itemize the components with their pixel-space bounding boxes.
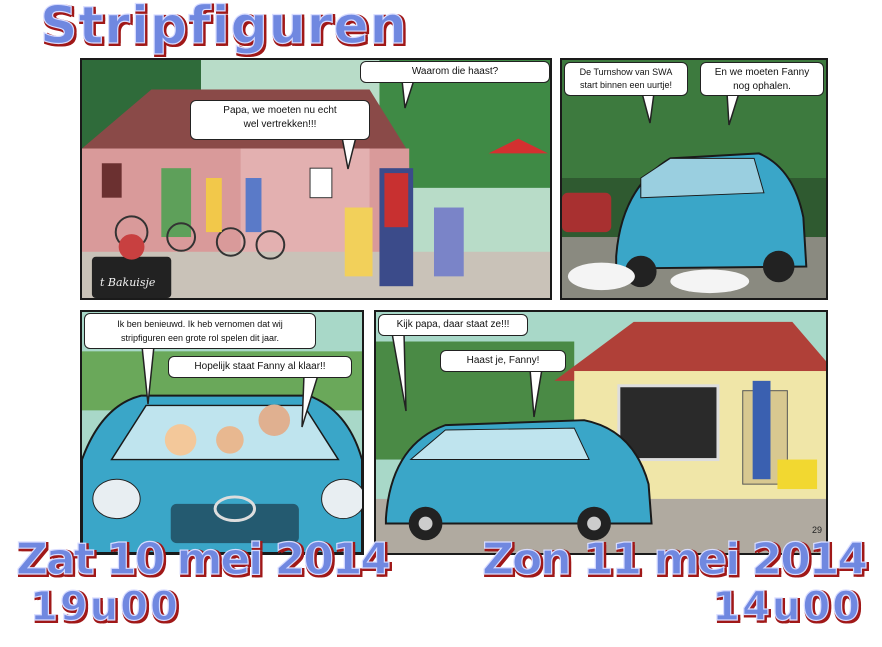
speech-bubble-why-hurry: Waarom die haast?: [360, 61, 550, 83]
bubble-line: De Turnshow van SWA: [579, 67, 673, 77]
speech-bubble-kijk-papa: Kijk papa, daar staat ze!!!: [378, 314, 528, 336]
bubble-line: Papa, we moeten nu echt: [223, 105, 337, 116]
bubble-line: Kijk papa, daar staat ze!!!: [396, 319, 510, 330]
speech-bubble-hopelijk: Hopelijk staat Fanny al klaar!!: [168, 356, 352, 378]
bubble-tail: [726, 93, 740, 126]
panel-4-illustration: [376, 312, 826, 553]
comic-panel-4: 29: [374, 310, 828, 555]
bubble-line: Hopelijk staat Fanny al klaar!!: [194, 361, 326, 372]
bubble-line: Haast je, Fanny!: [466, 355, 540, 366]
event-time-saturday: 19u00: [29, 583, 180, 630]
bubble-line: Waarom die haast?: [411, 66, 499, 77]
sign-text: t Bakuisje: [100, 276, 156, 289]
bubble-line: stripfiguren een grote rol spelen dit ja…: [120, 333, 280, 343]
event-date-saturday: Zat 10 mei 2014: [15, 533, 391, 585]
speech-bubble-fanny: En we moeten Fanny nog ophalen.: [700, 62, 824, 96]
bubble-tail: [391, 333, 407, 412]
bubble-line: wel vertrekken!!!: [243, 119, 317, 130]
bubble-tail: [301, 375, 319, 428]
speech-bubble-haast-je: Haast je, Fanny!: [440, 350, 566, 372]
speech-bubble-turnshow: De Turnshow van SWA start binnen een uur…: [564, 62, 688, 96]
event-time-sunday: 14u00: [712, 583, 862, 630]
page-title: Stripfiguren: [39, 0, 408, 57]
bubble-line: nog ophalen.: [733, 81, 791, 92]
event-date-sunday: Zon 11 mei 2014: [482, 533, 869, 585]
panel-1-illustration: [82, 60, 550, 298]
bubble-line: Ik ben benieuwd. Ik heb vernomen dat wij: [117, 319, 283, 329]
comic-panel-1: t Bakuisje: [80, 58, 552, 300]
bubble-line: start binnen een uurtje!: [579, 80, 673, 90]
bubble-tail: [529, 369, 543, 418]
speech-bubble-papa: Papa, we moeten nu echt wel vertrekken!!…: [190, 100, 370, 140]
bubble-tail: [401, 80, 415, 109]
speech-bubble-benieuwd: Ik ben benieuwd. Ik heb vernomen dat wij…: [84, 313, 316, 349]
bubble-line: En we moeten Fanny: [714, 67, 810, 78]
bubble-tail: [141, 346, 155, 405]
bubble-tail: [341, 137, 357, 170]
bubble-tail: [641, 93, 655, 124]
